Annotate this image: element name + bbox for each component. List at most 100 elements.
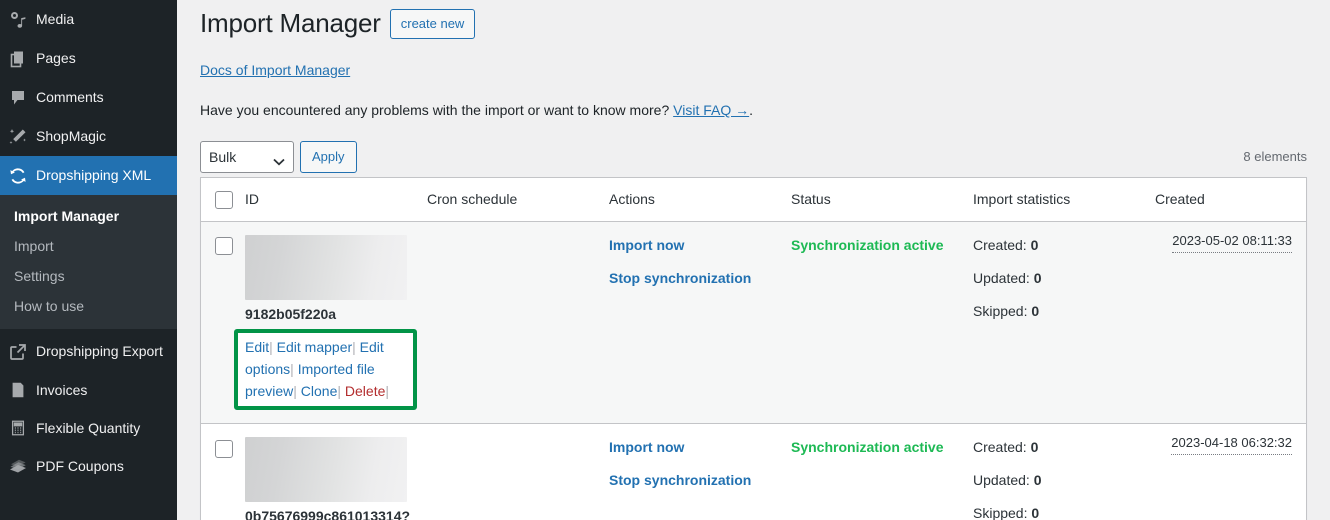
- import-now-link[interactable]: Import now: [609, 235, 781, 256]
- column-header-id[interactable]: ID: [245, 178, 427, 222]
- stat-skipped-value: 0: [1031, 505, 1039, 520]
- faq-paragraph: Have you encountered any problems with t…: [200, 100, 1307, 121]
- faq-period: .: [749, 102, 753, 118]
- submenu-label: Import: [14, 238, 54, 254]
- sidebar-item-invoices[interactable]: Invoices: [0, 371, 177, 409]
- row-action-separator: |: [293, 383, 297, 399]
- sidebar-item-pdf-coupons[interactable]: PDF Coupons: [0, 447, 177, 486]
- media-icon: [0, 9, 36, 30]
- sidebar-item-media[interactable]: Media: [0, 0, 177, 39]
- stat-created: Created: 0: [973, 235, 1145, 256]
- table-row: 9182b05f220a Edit| Edit mapper| Edit opt…: [201, 222, 1306, 424]
- sidebar-item-label: Dropshipping Export: [36, 341, 173, 361]
- stop-synchronization-link[interactable]: Stop synchronization: [609, 268, 781, 289]
- row-stats-cell: Created: 0 Updated: 0 Skipped: 0: [973, 222, 1155, 424]
- column-header-cron-schedule[interactable]: Cron schedule: [427, 178, 609, 222]
- bulk-action-select-wrap: Bulk: [200, 141, 294, 173]
- row-action-edit[interactable]: Edit: [245, 339, 269, 355]
- import-now-link[interactable]: Import now: [609, 437, 781, 458]
- row-cron-cell: [427, 222, 609, 424]
- row-actions-highlighted: Edit| Edit mapper| Edit options| Importe…: [234, 329, 417, 410]
- stop-synchronization-link[interactable]: Stop synchronization: [609, 470, 781, 491]
- table-body: 9182b05f220a Edit| Edit mapper| Edit opt…: [201, 222, 1306, 520]
- stat-skipped: Skipped: 0: [973, 503, 1145, 520]
- submenu-label: Settings: [14, 268, 65, 284]
- table-header-row: ID Cron schedule Actions Status Import s…: [201, 178, 1306, 222]
- stat-updated: Updated: 0: [973, 470, 1145, 491]
- row-action-separator: |: [352, 339, 356, 355]
- sidebar-subitem-import[interactable]: Import: [0, 231, 177, 261]
- admin-screen: Media Pages Comments: [0, 0, 1330, 520]
- displaying-num: 8 elements: [1243, 149, 1307, 164]
- column-header-status[interactable]: Status: [791, 178, 973, 222]
- select-all-header: [201, 178, 245, 222]
- row-actions-cell: Import now Stop synchronization: [609, 424, 791, 520]
- row-created-cell: 2023-04-18 06:32:32: [1155, 424, 1306, 520]
- create-new-button[interactable]: create new: [390, 9, 476, 39]
- import-list-table: ID Cron schedule Actions Status Import s…: [200, 177, 1307, 520]
- sidebar-item-label: Media: [36, 9, 84, 29]
- submenu-label: Import Manager: [14, 208, 119, 224]
- import-id: 0b75676999c861013314?open: [245, 506, 417, 520]
- stat-created-value: 0: [1031, 237, 1039, 253]
- created-date: 2023-04-18 06:32:32: [1171, 433, 1292, 455]
- row-select-cell: [201, 424, 245, 520]
- admin-sidebar: Media Pages Comments: [0, 0, 177, 520]
- stat-skipped-value: 0: [1031, 303, 1039, 319]
- sidebar-submenu: Import Manager Import Settings How to us…: [0, 195, 177, 329]
- import-thumbnail: [245, 437, 407, 502]
- stat-skipped: Skipped: 0: [973, 301, 1145, 322]
- sidebar-item-comments[interactable]: Comments: [0, 78, 177, 117]
- comments-icon: [0, 87, 36, 108]
- coupons-icon: [0, 456, 36, 477]
- stat-updated-label: Updated:: [973, 270, 1030, 286]
- sidebar-subitem-how-to-use[interactable]: How to use: [0, 291, 177, 321]
- column-header-actions[interactable]: Actions: [609, 178, 791, 222]
- sidebar-subitem-import-manager[interactable]: Import Manager: [0, 201, 177, 231]
- faq-text: Have you encountered any problems with t…: [200, 102, 673, 118]
- sidebar-item-shopmagic[interactable]: ShopMagic: [0, 117, 177, 156]
- bulk-action-select[interactable]: Bulk: [200, 141, 294, 173]
- sidebar-item-dropshipping-export[interactable]: Dropshipping Export: [0, 329, 177, 371]
- row-checkbox[interactable]: [215, 440, 233, 458]
- column-header-import-statistics[interactable]: Import statistics: [973, 178, 1155, 222]
- sidebar-item-label: Pages: [36, 48, 86, 68]
- visit-faq-link[interactable]: Visit FAQ →: [673, 102, 749, 118]
- sidebar-item-label: PDF Coupons: [36, 456, 134, 476]
- sidebar-item-label: Invoices: [36, 380, 97, 400]
- table-row: 0b75676999c861013314?open Import now Sto…: [201, 424, 1306, 520]
- sync-icon: [0, 165, 36, 186]
- stat-updated-label: Updated:: [973, 472, 1030, 488]
- row-action-edit-mapper[interactable]: Edit mapper: [277, 339, 352, 355]
- sidebar-item-label: Dropshipping XML: [36, 165, 161, 185]
- row-created-cell: 2023-05-02 08:11:33: [1155, 222, 1306, 424]
- main-content: Import Manager create new Docs of Import…: [177, 0, 1330, 520]
- row-cron-cell: [427, 424, 609, 520]
- sidebar-subitem-settings[interactable]: Settings: [0, 261, 177, 291]
- sidebar-item-pages[interactable]: Pages: [0, 39, 177, 78]
- created-date: 2023-05-02 08:11:33: [1172, 231, 1292, 253]
- sidebar-item-flexible-quantity[interactable]: Flexible Quantity: [0, 409, 177, 447]
- sidebar-item-dropshipping-xml[interactable]: Dropshipping XML: [0, 156, 177, 195]
- sidebar-item-label: Flexible Quantity: [36, 418, 150, 438]
- stat-updated-value: 0: [1034, 270, 1042, 286]
- row-id-cell: 9182b05f220a Edit| Edit mapper| Edit opt…: [245, 222, 427, 424]
- select-all-checkbox[interactable]: [215, 191, 233, 209]
- column-header-created[interactable]: Created: [1155, 178, 1306, 222]
- row-checkbox[interactable]: [215, 237, 233, 255]
- docs-link[interactable]: Docs of Import Manager: [200, 62, 350, 78]
- row-action-delete[interactable]: Delete: [345, 383, 385, 399]
- row-actions-cell: Import now Stop synchronization: [609, 222, 791, 424]
- sidebar-item-label: ShopMagic: [36, 126, 116, 146]
- calculator-icon: [0, 418, 36, 437]
- apply-button[interactable]: Apply: [300, 141, 357, 173]
- row-action-clone[interactable]: Clone: [301, 383, 338, 399]
- pages-icon: [0, 48, 36, 69]
- stat-created-value: 0: [1031, 439, 1039, 455]
- stat-updated-value: 0: [1034, 472, 1042, 488]
- submenu-label: How to use: [14, 298, 84, 314]
- status-badge: Synchronization active: [791, 237, 943, 253]
- row-id-cell: 0b75676999c861013314?open: [245, 424, 427, 520]
- stat-updated: Updated: 0: [973, 268, 1145, 289]
- row-stats-cell: Created: 0 Updated: 0 Skipped: 0: [973, 424, 1155, 520]
